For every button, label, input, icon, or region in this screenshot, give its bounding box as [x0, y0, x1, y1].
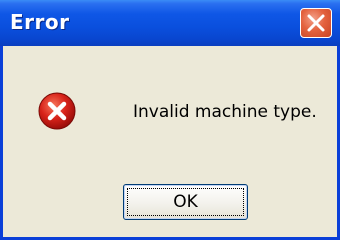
close-icon	[307, 14, 325, 32]
window-title: Error	[10, 10, 70, 34]
dialog-body: Invalid machine type. OK	[3, 46, 337, 237]
ok-button-label: OK	[127, 188, 244, 216]
close-button[interactable]	[300, 8, 332, 38]
error-icon	[37, 91, 77, 131]
error-message: Invalid machine type.	[133, 102, 317, 122]
ok-button[interactable]: OK	[123, 184, 248, 220]
error-dialog: Error Invalid machine type. OK	[0, 0, 340, 240]
title-bar[interactable]: Error	[0, 0, 340, 46]
